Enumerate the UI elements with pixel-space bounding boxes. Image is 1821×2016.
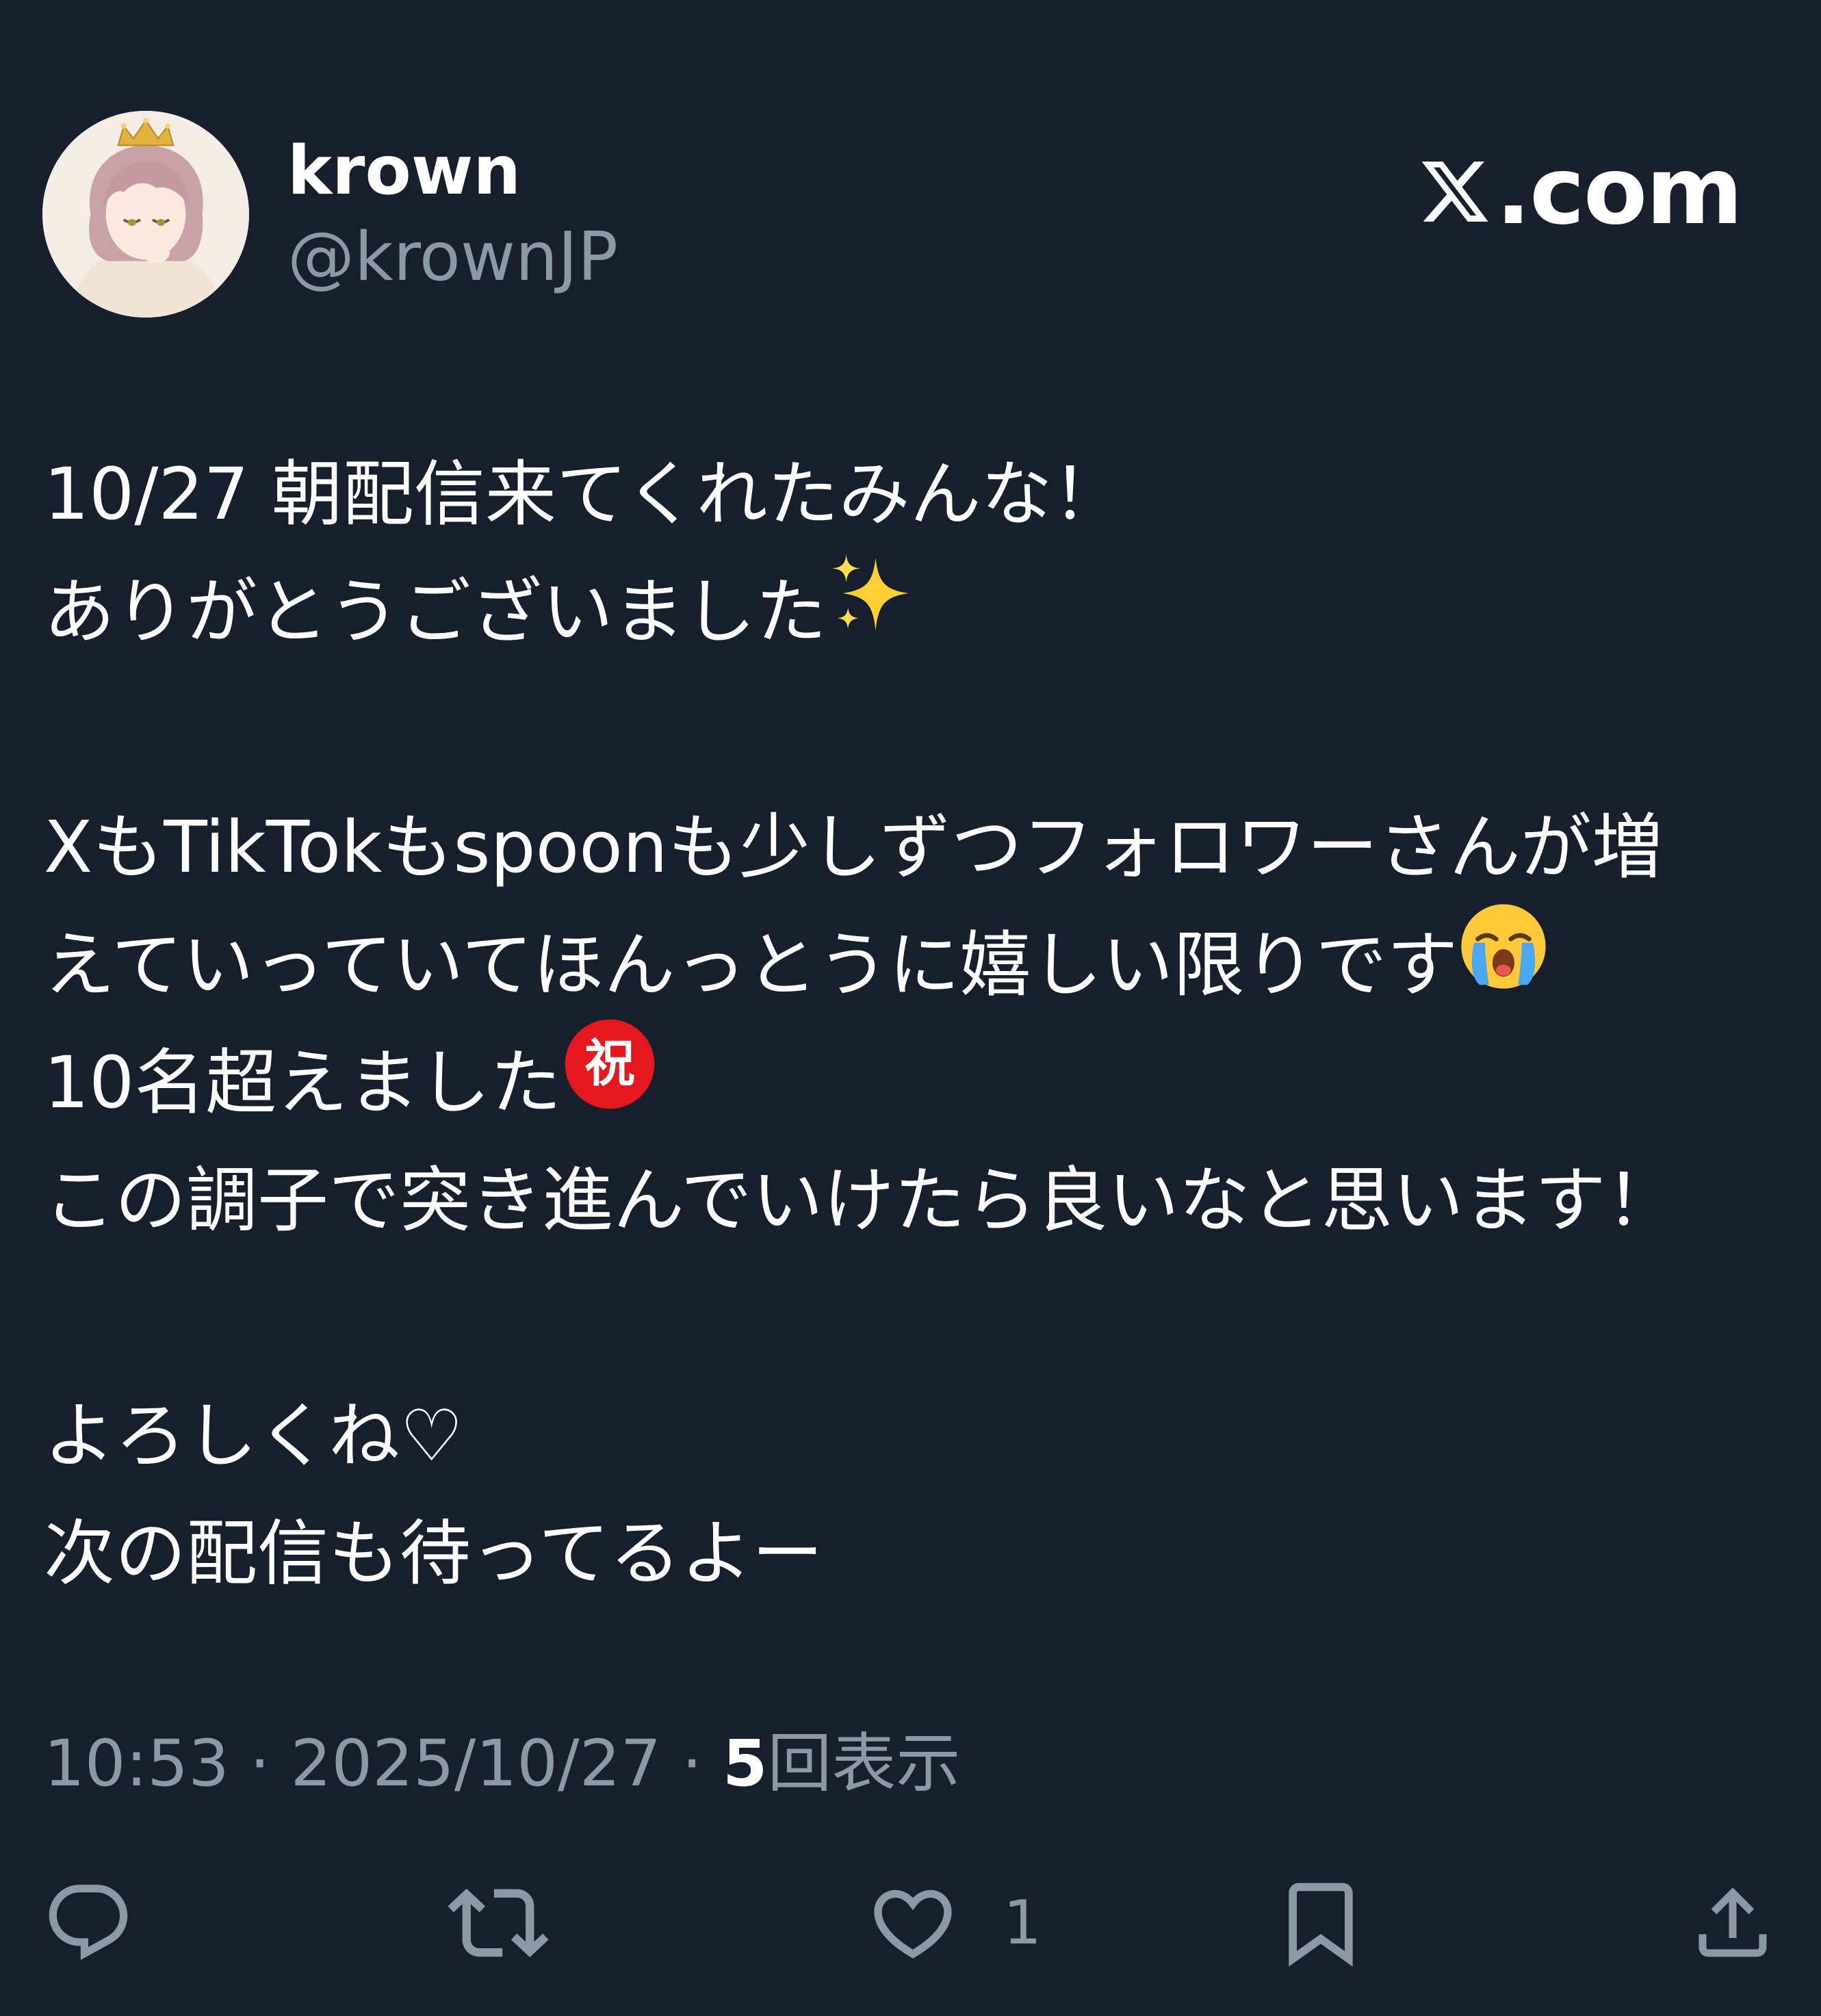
- views-label: 回表示: [767, 1727, 961, 1801]
- tweet-line: 10名超えました祝: [44, 1019, 1782, 1141]
- repost-button[interactable]: [448, 1868, 549, 1978]
- repost-icon: [448, 1888, 549, 1958]
- meta-separator: ·: [229, 1727, 291, 1801]
- domain-text: .com: [1495, 138, 1743, 246]
- reply-button[interactable]: [42, 1868, 134, 1978]
- views-count: 5: [722, 1727, 768, 1801]
- tweet-line: えていっていてほんっとうに嬉しい限りです: [44, 904, 1782, 1024]
- like-button[interactable]: 1: [866, 1868, 1042, 1978]
- user-handle[interactable]: @krownJP: [287, 216, 618, 298]
- heart-icon: [874, 1889, 952, 1959]
- tweet-card: krown @krownJP .com 10/27 朝配信来てくれたみんな！ あ…: [0, 0, 1821, 2016]
- meta-separator: ·: [661, 1727, 723, 1801]
- bookmark-icon: [1289, 1883, 1353, 1967]
- share-icon: [1699, 1887, 1767, 1957]
- like-count: 1: [1003, 1887, 1042, 1958]
- tweet-line: ありがとうございました: [44, 553, 1782, 671]
- sparkles-icon: [827, 549, 916, 672]
- display-name[interactable]: krown: [287, 130, 521, 212]
- tweet-line-text: 10名超えました: [44, 1041, 562, 1124]
- congratulations-icon: 祝: [561, 1016, 658, 1147]
- tweet-line-text: ありがとうございました: [44, 570, 827, 654]
- tweet-line: 次の配信も待ってるよー: [44, 1512, 823, 1595]
- action-bar: 1: [0, 1868, 1821, 1978]
- tweet-meta: 10:53 · 2025/10/27 · 5回表示: [44, 1723, 960, 1805]
- tweet-line: この調子で突き進んでいけたら良いなと思います！: [44, 1159, 1677, 1242]
- share-button[interactable]: [1688, 1868, 1778, 1978]
- tweet-time[interactable]: 10:53: [44, 1727, 229, 1801]
- x-brand-icon: [1421, 161, 1488, 222]
- tweet-date[interactable]: 2025/10/27: [291, 1727, 662, 1801]
- tweet-line: XもTikTokもspoonも少しずつフォロワーさんが増: [44, 805, 1663, 889]
- x-logo: .com: [1418, 137, 1743, 246]
- tweet-line-text: えていっていてほんっとうに嬉しい限りです: [44, 923, 1458, 1007]
- bookmark-button[interactable]: [1273, 1868, 1369, 1978]
- loudly-crying-face-icon: [1458, 901, 1549, 1026]
- tweet-line: 10/27 朝配信来てくれたみんな！: [44, 452, 1124, 536]
- avatar[interactable]: [42, 111, 249, 318]
- tweet-line: よろしくね♡: [44, 1394, 464, 1477]
- tweet-text: 10/27 朝配信来てくれたみんな！ ありがとうございました XもTikTokも…: [44, 435, 1782, 1612]
- reply-icon: [49, 1885, 128, 1961]
- congratulations-char: 祝: [584, 1034, 635, 1093]
